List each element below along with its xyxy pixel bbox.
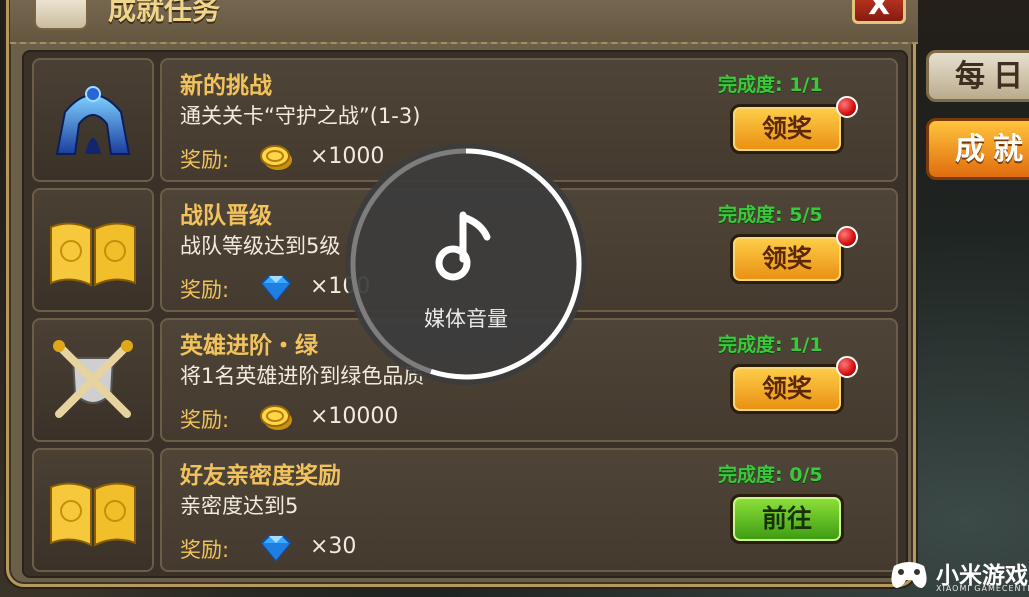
task-card: 好友亲密度奖励 亲密度达到5 奖励: ×30 完成度: 0/5 前往 <box>160 448 898 572</box>
task-title: 好友亲密度奖励 <box>180 463 341 489</box>
task-title: 战队晋级 <box>180 203 272 229</box>
golden-book-icon <box>50 222 136 287</box>
tab-achievement[interactable]: 成就 <box>926 118 1029 180</box>
go-button[interactable]: 前往 <box>730 494 844 544</box>
panel-title: 成就任务 <box>108 0 221 26</box>
claim-reward-button[interactable]: 领奖 <box>730 364 844 414</box>
progress-text: 完成度: 0/5 <box>718 464 823 486</box>
gamepad-icon <box>891 562 927 588</box>
reward-label: 奖励: <box>180 148 230 172</box>
music-note-icon <box>435 211 491 281</box>
reward-label: 奖励: <box>180 538 230 562</box>
volume-label: 媒体音量 <box>424 307 508 331</box>
golden-book-icon <box>50 482 136 547</box>
notification-dot <box>836 356 858 378</box>
blue-gate-icon <box>55 86 131 155</box>
task-description: 亲密度达到5 <box>180 494 299 518</box>
watermark-subtitle: XIAOMI GAMECENTER <box>936 584 1029 593</box>
gold-coin-icon <box>260 145 292 170</box>
scroll-icon <box>34 0 88 30</box>
crossed-swords-shield-icon <box>53 340 133 418</box>
task-icon-frame <box>32 448 154 572</box>
task-title: 新的挑战 <box>180 73 272 99</box>
notification-dot <box>836 96 858 118</box>
claim-reward-button[interactable]: 领奖 <box>730 234 844 284</box>
watermark: 小米游戏 XIAOMI GAMECENTER <box>888 556 1029 596</box>
progress-text: 完成度: 5/5 <box>718 204 823 226</box>
reward-amount: ×10000 <box>310 404 399 429</box>
notification-dot <box>836 226 858 248</box>
task-icon-frame <box>32 318 154 442</box>
reward-label: 奖励: <box>180 408 230 432</box>
claim-reward-button[interactable]: 领奖 <box>730 104 844 154</box>
close-button[interactable]: X <box>852 0 906 24</box>
task-description: 通关关卡“守护之战”(1-3) <box>180 104 421 128</box>
task-icon-frame <box>32 188 154 312</box>
task-icon-frame <box>32 58 154 182</box>
gold-coin-icon <box>260 405 292 430</box>
diamond-icon <box>260 275 292 302</box>
task-row: 好友亲密度奖励 亲密度达到5 奖励: ×30 完成度: 0/5 前往 <box>32 448 906 572</box>
task-title: 英雄进阶・绿 <box>180 333 318 359</box>
tab-daily[interactable]: 每日 <box>926 50 1029 102</box>
reward-label: 奖励: <box>180 278 230 302</box>
progress-text: 完成度: 1/1 <box>718 74 823 96</box>
diamond-icon <box>260 535 292 562</box>
reward-amount: ×30 <box>310 534 357 559</box>
volume-overlay: 媒体音量 <box>345 143 587 385</box>
progress-text: 完成度: 1/1 <box>718 334 823 356</box>
task-description: 战队等级达到5级 <box>180 234 341 258</box>
